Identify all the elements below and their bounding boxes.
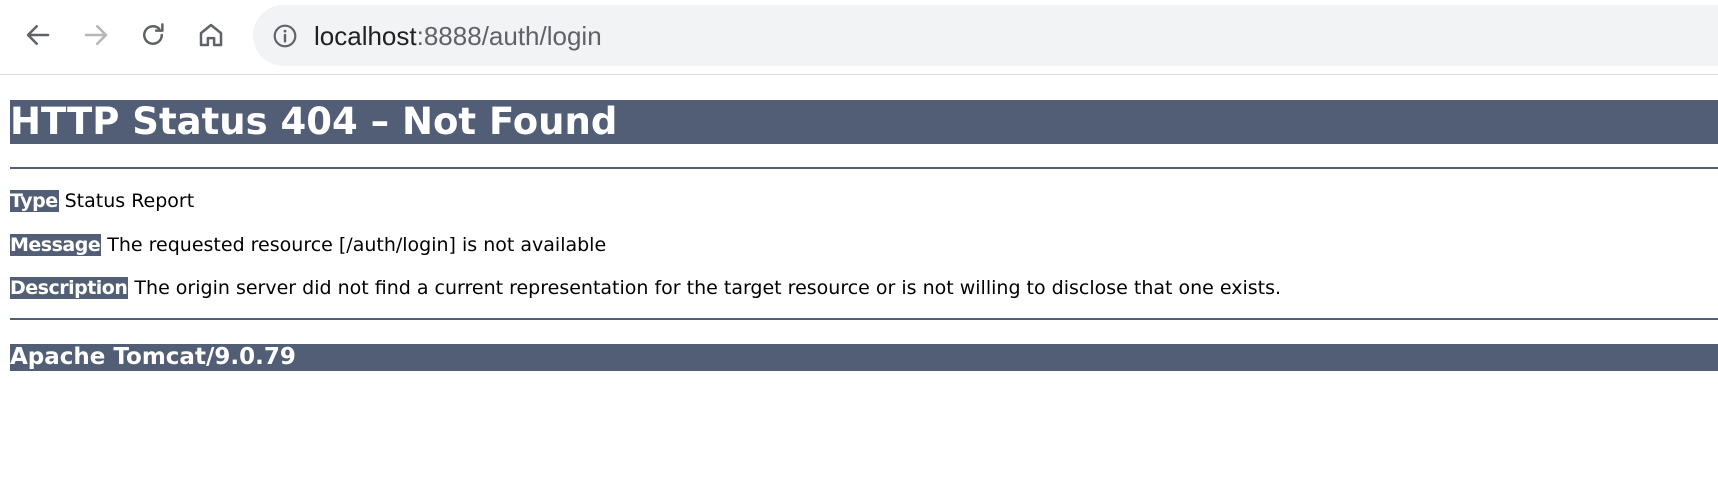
site-info-button[interactable] [271, 22, 299, 50]
url-host: localhost [314, 21, 417, 51]
message-value: The requested resource [/auth/login] is … [101, 234, 607, 256]
message-label: Message [10, 234, 102, 256]
back-button[interactable] [18, 15, 58, 55]
type-label: Type [10, 190, 59, 212]
description-row: Description The origin server did not fi… [10, 276, 1281, 300]
error-page: HTTP Status 404 – Not Found Type Status … [0, 75, 1718, 478]
type-row: Type Status Report [10, 189, 194, 213]
message-row: Message The requested resource [/auth/lo… [10, 233, 606, 257]
info-circle-icon [273, 24, 297, 48]
browser-toolbar: localhost:8888/auth/login [0, 0, 1718, 75]
home-icon [199, 23, 223, 47]
reload-icon [143, 23, 164, 45]
divider [10, 167, 1718, 169]
server-version: Apache Tomcat/9.0.79 [10, 344, 1718, 371]
url-path: :8888/auth/login [416, 21, 602, 51]
type-value: Status Report [58, 190, 195, 212]
address-bar[interactable]: localhost:8888/auth/login [253, 5, 1718, 66]
url-text[interactable]: localhost:8888/auth/login [314, 21, 602, 51]
description-label: Description [10, 277, 129, 299]
home-button[interactable] [191, 15, 231, 55]
page-title: HTTP Status 404 – Not Found [10, 100, 1718, 144]
arrow-left-icon [26, 25, 50, 45]
reload-button[interactable] [133, 15, 173, 55]
forward-button[interactable] [76, 15, 116, 55]
arrow-right-icon [84, 25, 108, 45]
divider [10, 318, 1718, 320]
description-value: The origin server did not find a current… [128, 277, 1282, 299]
